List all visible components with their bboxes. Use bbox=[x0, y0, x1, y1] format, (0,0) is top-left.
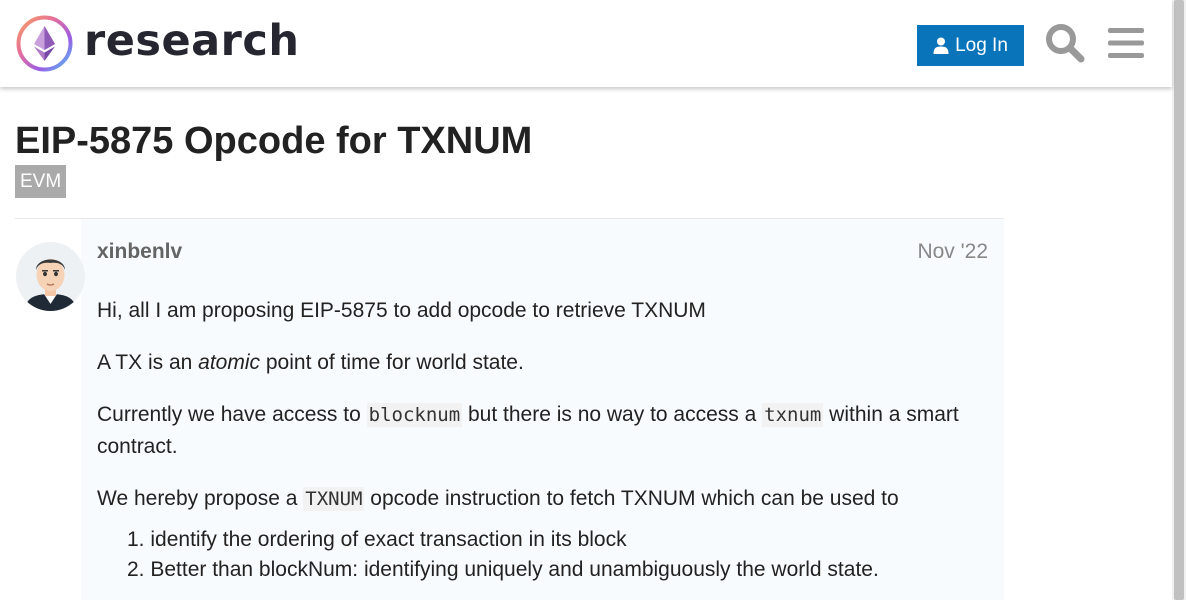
log-in-label: Log In bbox=[955, 34, 1008, 56]
user-icon bbox=[933, 37, 949, 54]
site-header: research Log In bbox=[0, 0, 1172, 87]
inline-code: TXNUM bbox=[303, 487, 365, 511]
post-date[interactable]: Nov '22 bbox=[917, 240, 988, 264]
post-paragraph: A TX is an atomic point of time for worl… bbox=[97, 351, 524, 374]
avatar[interactable] bbox=[16, 242, 85, 311]
category-badge[interactable]: EVM bbox=[15, 165, 67, 198]
site-name: research bbox=[84, 16, 300, 66]
avatar-image bbox=[16, 242, 85, 311]
log-in-button[interactable]: Log In bbox=[917, 25, 1024, 66]
post-list: 1. identify the ordering of exact transa… bbox=[127, 525, 977, 585]
inline-code: txnum bbox=[762, 403, 824, 427]
inline-code: blocknum bbox=[366, 403, 463, 427]
ethereum-logo-icon bbox=[16, 15, 73, 72]
list-item: 1. identify the ordering of exact transa… bbox=[127, 528, 627, 551]
topic-title[interactable]: EIP-5875 Opcode for TXNUM bbox=[15, 120, 532, 163]
search-icon[interactable] bbox=[1045, 23, 1085, 63]
list-item: 2. Better than blockNum: identifying uni… bbox=[127, 558, 879, 581]
site-logo[interactable]: research bbox=[16, 15, 299, 72]
post-author[interactable]: xinbenlv bbox=[97, 240, 182, 264]
post-content: Hi, all I am proposing EIP-5875 to add o… bbox=[97, 295, 977, 585]
post-paragraph: Currently we have access to blocknum but… bbox=[97, 403, 959, 458]
page-scrollbar[interactable] bbox=[1172, 0, 1186, 600]
scrollbar-thumb[interactable] bbox=[1174, 0, 1184, 600]
menu-icon[interactable] bbox=[1108, 27, 1144, 59]
post-paragraph: We hereby propose a TXNUM opcode instruc… bbox=[97, 487, 899, 511]
post-paragraph: Hi, all I am proposing EIP-5875 to add o… bbox=[97, 299, 706, 322]
